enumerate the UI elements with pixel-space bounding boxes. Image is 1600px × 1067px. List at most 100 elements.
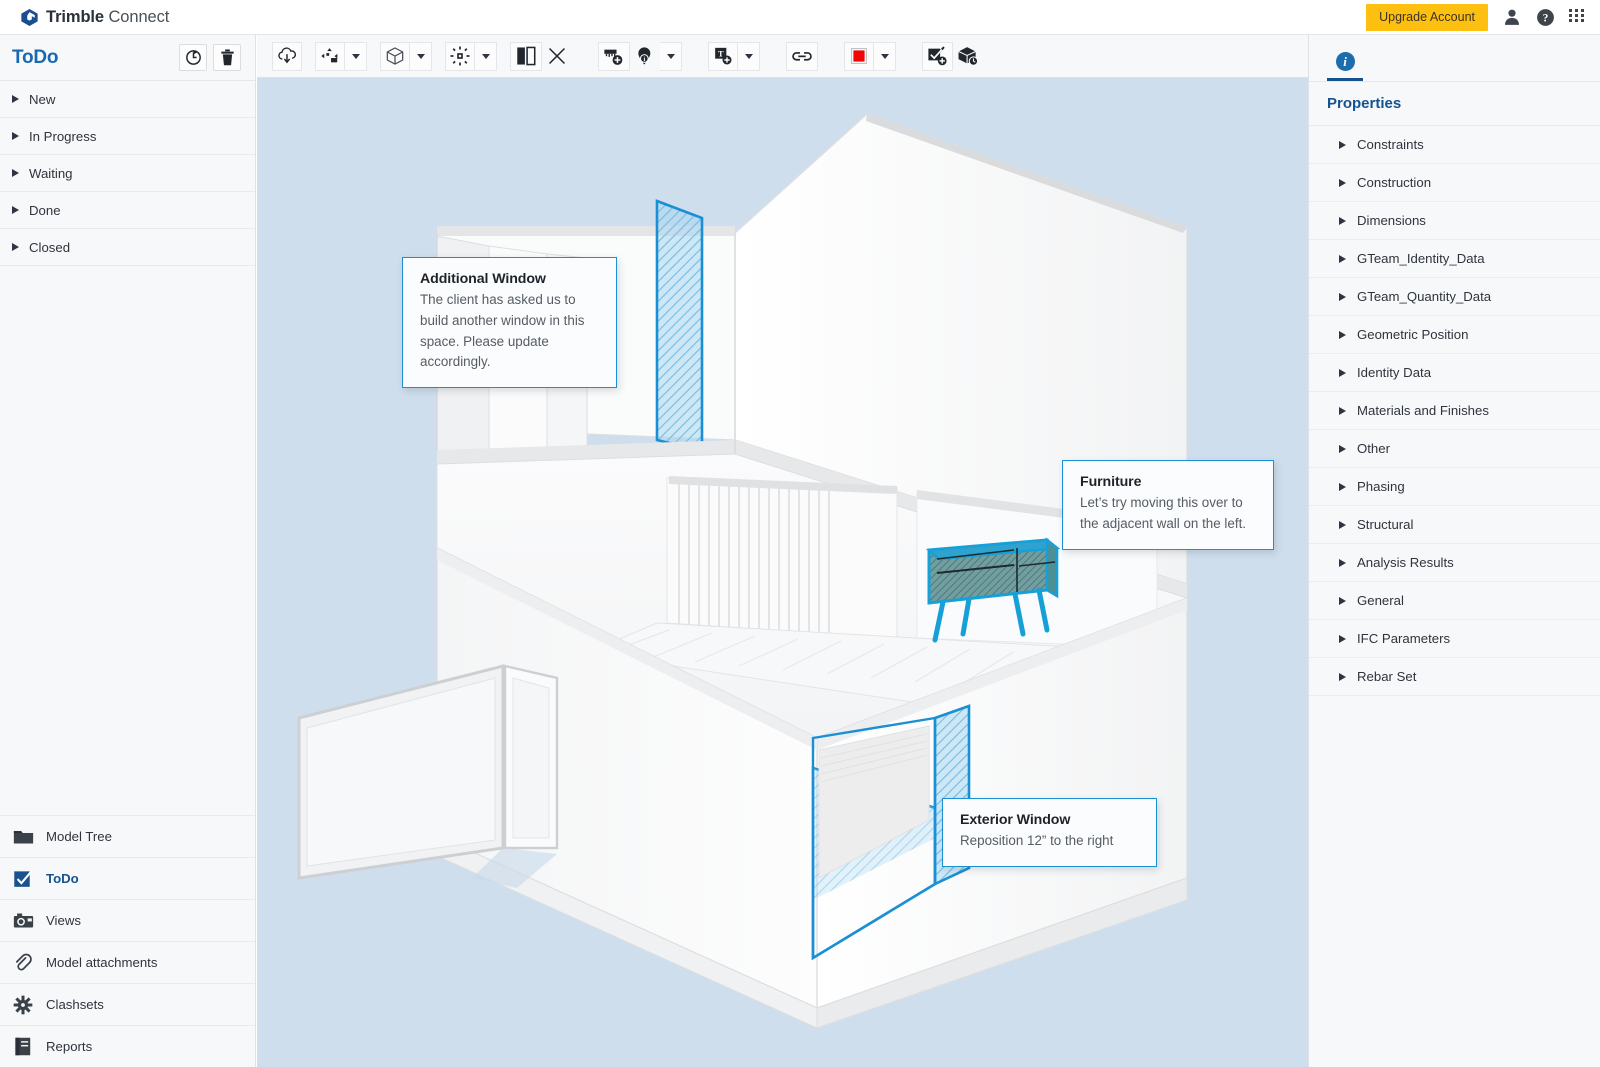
add-todo-button[interactable] xyxy=(922,41,953,71)
chevron-down-icon xyxy=(744,53,753,59)
properties-group-list: Constraints Construction Dimensions GTea… xyxy=(1309,125,1600,696)
property-group-dimensions[interactable]: Dimensions xyxy=(1309,202,1600,240)
apps-grid-icon[interactable] xyxy=(1569,8,1586,26)
property-group-label: Construction xyxy=(1357,175,1432,190)
building-model-3d[interactable] xyxy=(257,78,1308,1067)
status-label: Done xyxy=(29,202,61,218)
property-group-rebar-set[interactable]: Rebar Set xyxy=(1309,658,1600,696)
viewport-toolbar: i T xyxy=(257,35,1308,78)
sidebar-item-label: ToDo xyxy=(46,871,79,886)
status-label: In Progress xyxy=(29,128,97,144)
user-icon[interactable] xyxy=(1502,7,1522,27)
property-group-label: Other xyxy=(1357,441,1390,456)
status-group-waiting[interactable]: Waiting xyxy=(0,155,255,192)
chevron-right-icon xyxy=(1339,406,1346,415)
header-actions: Upgrade Account ? xyxy=(1366,3,1586,31)
view-mode-button[interactable] xyxy=(380,41,410,71)
brand-name-light: Connect xyxy=(108,7,170,26)
view-mode-caret[interactable] xyxy=(410,41,432,71)
property-group-label: Structural xyxy=(1357,517,1414,532)
chevron-right-icon xyxy=(1339,216,1346,225)
model-viewport[interactable]: i T Additional Window The client has ask… xyxy=(257,35,1308,1067)
status-group-done[interactable]: Done xyxy=(0,192,255,229)
add-markup-button[interactable]: i xyxy=(630,42,660,71)
callout-furniture[interactable]: Furniture Let’s try moving this over to … xyxy=(1062,460,1274,550)
chevron-right-icon xyxy=(12,243,19,251)
help-question-icon[interactable]: ? xyxy=(1536,8,1555,27)
callout-exterior-window[interactable]: Exterior Window Reposition 12” to the ri… xyxy=(942,798,1157,867)
property-group-construction[interactable]: Construction xyxy=(1309,164,1600,202)
chevron-right-icon xyxy=(12,95,19,103)
property-group-identity-data[interactable]: Identity Data xyxy=(1309,354,1600,392)
sidebar-item-label: Clashsets xyxy=(46,997,104,1012)
svg-text:i: i xyxy=(643,56,645,63)
property-group-structural[interactable]: Structural xyxy=(1309,506,1600,544)
toolbar-group-section xyxy=(510,41,572,71)
select-mode-caret[interactable] xyxy=(345,41,367,71)
status-label: Closed xyxy=(29,239,71,255)
delete-button[interactable] xyxy=(213,44,241,71)
sidebar-item-model-tree[interactable]: Model Tree xyxy=(0,815,255,857)
property-group-geometric-position[interactable]: Geometric Position xyxy=(1309,316,1600,354)
clear-section-button[interactable] xyxy=(542,42,572,71)
clip-plane-caret[interactable] xyxy=(475,41,497,71)
sidebar-item-model-attachments[interactable]: Model attachments xyxy=(0,941,255,983)
chevron-right-icon xyxy=(12,169,19,177)
sidebar-item-views[interactable]: Views xyxy=(0,899,255,941)
clip-plane-button[interactable] xyxy=(445,41,475,71)
status-group-in-progress[interactable]: In Progress xyxy=(0,118,255,155)
chevron-right-icon xyxy=(1339,140,1346,149)
property-group-constraints[interactable]: Constraints xyxy=(1309,126,1600,164)
clash-burst-icon xyxy=(10,993,36,1017)
add-markup-caret[interactable] xyxy=(660,41,682,71)
property-group-general[interactable]: General xyxy=(1309,582,1600,620)
chevron-down-icon xyxy=(481,53,490,59)
sidebar-item-label: Reports xyxy=(46,1039,93,1054)
trimble-logo-icon xyxy=(20,8,39,27)
camera-icon xyxy=(10,909,36,933)
todo-header-actions xyxy=(179,44,241,71)
sidebar-item-label: Model attachments xyxy=(46,955,158,970)
sidebar-item-clashsets[interactable]: Clashsets xyxy=(0,983,255,1025)
chevron-down-icon xyxy=(666,53,675,59)
property-group-label: Phasing xyxy=(1357,479,1405,494)
todo-status-list: New In Progress Waiting Done Closed xyxy=(0,81,255,266)
sidebar-item-reports[interactable]: Reports xyxy=(0,1025,255,1067)
sidebar-item-todo[interactable]: ToDo xyxy=(0,857,255,899)
property-group-label: Geometric Position xyxy=(1357,327,1469,342)
property-group-materials-and-finishes[interactable]: Materials and Finishes xyxy=(1309,392,1600,430)
property-group-other[interactable]: Other xyxy=(1309,430,1600,468)
tab-info[interactable]: i xyxy=(1327,52,1363,81)
chevron-down-icon xyxy=(880,53,889,59)
toolbar-group-color xyxy=(844,41,896,71)
property-group-ifc-parameters[interactable]: IFC Parameters xyxy=(1309,620,1600,658)
status-group-new[interactable]: New xyxy=(0,81,255,118)
color-swatch-button[interactable] xyxy=(844,41,874,71)
report-book-icon xyxy=(10,1035,36,1059)
add-text-button[interactable]: T xyxy=(708,41,738,71)
property-group-label: GTeam_Identity_Data xyxy=(1357,251,1485,266)
toolbar-group-view-mode xyxy=(380,41,432,71)
select-mode-button[interactable] xyxy=(315,41,345,71)
property-group-gteam-quantity-data[interactable]: GTeam_Quantity_Data xyxy=(1309,278,1600,316)
add-text-caret[interactable] xyxy=(738,41,760,71)
property-group-gteam-identity-data[interactable]: GTeam_Identity_Data xyxy=(1309,240,1600,278)
chevron-right-icon xyxy=(12,206,19,214)
section-box-button[interactable] xyxy=(510,41,542,71)
svg-text:?: ? xyxy=(1543,12,1549,24)
callout-additional-window[interactable]: Additional Window The client has asked u… xyxy=(402,257,617,389)
snapshot-button[interactable] xyxy=(953,42,983,71)
upgrade-account-button[interactable]: Upgrade Account xyxy=(1366,3,1488,31)
add-measurement-button[interactable] xyxy=(598,41,630,71)
color-swatch-caret[interactable] xyxy=(874,41,896,71)
chevron-right-icon xyxy=(1339,672,1346,681)
link-button[interactable] xyxy=(786,41,818,71)
property-group-phasing[interactable]: Phasing xyxy=(1309,468,1600,506)
toolbar-group-clip xyxy=(445,41,497,71)
refresh-button[interactable] xyxy=(179,44,207,71)
brand-logo[interactable]: Trimble Connect xyxy=(20,8,169,27)
property-group-analysis-results[interactable]: Analysis Results xyxy=(1309,544,1600,582)
download-model-button[interactable] xyxy=(272,41,302,71)
status-group-closed[interactable]: Closed xyxy=(0,229,255,266)
property-group-label: GTeam_Quantity_Data xyxy=(1357,289,1492,304)
